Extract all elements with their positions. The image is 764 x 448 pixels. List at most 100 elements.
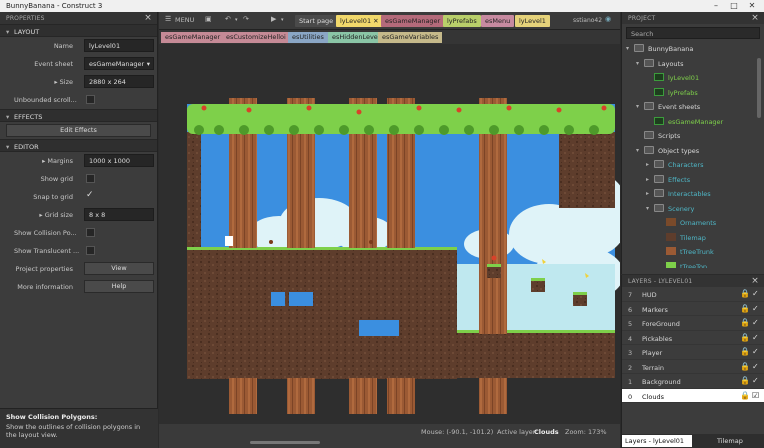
tab-lylevel1[interactable]: lyLevel1 (515, 15, 550, 27)
chevron-down-icon[interactable]: ▾ (636, 103, 639, 110)
horizontal-scrollbar[interactable] (250, 441, 320, 444)
chevron-right-icon[interactable]: ▸ (646, 190, 649, 197)
close-icon[interactable]: × (144, 13, 152, 23)
tab-escustomizehelloi[interactable]: esCustomizeHelloi (222, 32, 290, 43)
avatar-icon[interactable]: ◉ (605, 15, 611, 23)
lock-icon[interactable]: 🔒 (740, 289, 750, 298)
visible-checkbox[interactable]: ✓ (752, 333, 759, 342)
unbounded-checkbox[interactable] (86, 95, 95, 104)
tree-item-scenery[interactable]: ▾ Scenery (622, 202, 764, 217)
chevron-right-icon[interactable]: ▸ (646, 176, 649, 183)
undo-icon[interactable]: ↶ (225, 15, 231, 23)
tree-item-characters[interactable]: ▸ Characters (622, 158, 764, 173)
tab-esmenu[interactable]: esMenu (481, 15, 515, 27)
visible-checkbox[interactable]: ✓ (752, 362, 759, 371)
editor-section[interactable]: ▾ EDITOR (0, 139, 157, 152)
snap-checkbox[interactable]: ✓ (86, 190, 94, 200)
play-icon[interactable]: ▶ (271, 15, 276, 23)
help-button[interactable]: Help (84, 280, 154, 293)
lock-icon[interactable]: 🔒 (740, 391, 750, 400)
chevron-down-icon[interactable]: ▾ (235, 17, 238, 23)
tree-item-layouts[interactable]: ▾ Layouts (622, 57, 764, 72)
close-icon[interactable]: × (751, 13, 759, 23)
view-button[interactable]: View (84, 262, 154, 275)
edit-effects-button[interactable]: Edit Effects (6, 124, 151, 137)
tab-eshiddenlevel[interactable]: esHiddenLevel (328, 32, 384, 43)
tab-esgamemanager-2[interactable]: esGameManager (161, 32, 225, 43)
redo-icon[interactable]: ↷ (243, 15, 249, 23)
tab-lylevel01[interactable]: lyLevel01 ✕ (336, 15, 383, 27)
tree-item-lyprefabs[interactable]: lyPrefabs (622, 86, 764, 101)
menu-icon[interactable]: ☰ (165, 15, 171, 23)
close-icon[interactable]: ✕ (744, 1, 760, 11)
chevron-down-icon[interactable]: ▾ (636, 60, 639, 67)
size-field[interactable]: 2880 x 264 (84, 75, 154, 88)
tree-item-scripts[interactable]: Scripts (622, 129, 764, 144)
layer-row[interactable]: 4 Pickables 🔒 ✓ (622, 331, 764, 345)
layer-row[interactable]: 7 HUD 🔒 ✓ (622, 287, 764, 302)
layer-row[interactable]: 1 Background 🔒 ✓ (622, 374, 764, 389)
visible-checkbox[interactable]: ✓ (752, 318, 759, 327)
level-view[interactable] (159, 44, 620, 424)
showcoll-checkbox[interactable] (86, 228, 95, 237)
user-name[interactable]: sstiano42 (573, 17, 602, 24)
layer-row[interactable]: 5 ForeGround 🔒 ✓ (622, 316, 764, 331)
tree-label: Scripts (658, 132, 681, 140)
tab-layers[interactable]: Layers - lyLevel01 (622, 435, 692, 447)
layer-row[interactable]: 3 Player 🔒 ✓ (622, 345, 764, 360)
layer-row[interactable]: 2 Terrain 🔒 ✓ (622, 360, 764, 374)
tree-item-eventsheets[interactable]: ▾ Event sheets (622, 100, 764, 115)
lock-icon[interactable]: 🔒 (740, 333, 750, 342)
chevron-down-icon[interactable]: ▾ (626, 45, 629, 52)
tree-item-interactables[interactable]: ▸ Interactables (622, 187, 764, 202)
eventsheet-select[interactable]: esGameManager ▾ (84, 57, 154, 70)
tree-item-tilemap[interactable]: Tilemap (622, 231, 764, 246)
tree-item-esgamemanager[interactable]: esGameManager (622, 115, 764, 130)
lock-icon[interactable]: 🔒 (740, 304, 750, 313)
chevron-right-icon[interactable]: ▸ (646, 161, 649, 168)
tab-start-page[interactable]: Start page (295, 15, 338, 27)
lock-icon[interactable]: 🔒 (740, 347, 750, 356)
tree-item-ttreetop[interactable]: tTreeTop (622, 260, 764, 268)
save-icon[interactable]: ▣ (205, 15, 212, 23)
lock-icon[interactable]: 🔒 (740, 318, 750, 327)
layout-canvas[interactable] (159, 44, 620, 424)
visible-checkbox[interactable]: ☑ (752, 391, 759, 400)
lock-icon[interactable]: 🔒 (740, 362, 750, 371)
margins-field[interactable]: 1000 x 1000 (84, 154, 154, 167)
visible-checkbox[interactable]: ✓ (752, 376, 759, 385)
tree-item-effects[interactable]: ▸ Effects (622, 173, 764, 188)
lock-icon[interactable]: 🔒 (740, 376, 750, 385)
tab-lyprefabs[interactable]: lyPrefabs (443, 15, 481, 27)
chevron-down-icon[interactable]: ▾ (281, 17, 284, 23)
minimize-icon[interactable]: – (708, 1, 724, 11)
tree-item-lylevel01[interactable]: lyLevel01 (622, 71, 764, 86)
tree-item-ttreetrunk[interactable]: tTreeTrunk (622, 245, 764, 260)
layout-section[interactable]: ▾ LAYOUT (0, 24, 157, 37)
close-icon[interactable]: × (751, 276, 759, 286)
tab-tilemap[interactable]: Tilemap (714, 435, 746, 447)
tab-esgamevariables[interactable]: esGameVariables (378, 32, 443, 43)
visible-checkbox[interactable]: ✓ (752, 347, 759, 356)
tab-esgamemanager[interactable]: esGameManager (381, 15, 445, 27)
showtrans-checkbox[interactable] (86, 246, 95, 255)
search-input[interactable]: Search (626, 27, 760, 39)
vertical-scrollbar[interactable] (757, 58, 761, 118)
name-field[interactable]: lyLevel01 (84, 39, 154, 52)
effects-section[interactable]: ▾ EFFECTS (0, 109, 157, 122)
close-icon[interactable]: ✕ (373, 17, 378, 25)
visible-checkbox[interactable]: ✓ (752, 304, 759, 313)
tree-item-objecttypes[interactable]: ▾ Object types (622, 144, 764, 159)
chevron-down-icon[interactable]: ▾ (636, 147, 639, 154)
maximize-icon[interactable]: □ (726, 1, 742, 11)
tree-item-project[interactable]: ▾ BunnyBanana (622, 42, 764, 57)
visible-checkbox[interactable]: ✓ (752, 289, 759, 298)
layer-row-selected[interactable]: 0 Clouds 🔒 ☑ (622, 388, 764, 403)
gridsize-field[interactable]: 8 x 8 (84, 208, 154, 221)
chevron-down-icon[interactable]: ▾ (646, 205, 649, 212)
tab-esutilities[interactable]: esUtilities (288, 32, 328, 43)
menu-button[interactable]: MENU (175, 16, 194, 24)
layer-row[interactable]: 6 Markers 🔒 ✓ (622, 302, 764, 316)
showgrid-checkbox[interactable] (86, 174, 95, 183)
tree-item-ornaments[interactable]: Ornaments (622, 216, 764, 231)
